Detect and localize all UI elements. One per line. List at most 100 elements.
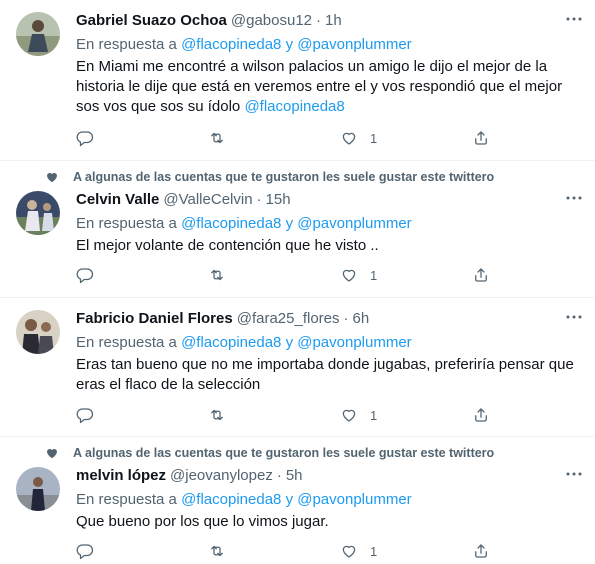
tweet-actions: 1 (76, 128, 506, 148)
reply-and: y (285, 491, 294, 508)
tweet-actions: 1 (76, 541, 506, 561)
share-button[interactable] (472, 405, 490, 425)
avatar[interactable] (16, 191, 60, 235)
tweet-header: Fabricio Daniel Flores @fara25_flores · … (76, 308, 583, 328)
reply-prefix: En respuesta a (76, 491, 177, 508)
social-context-text: A algunas de las cuentas que te gustaron… (73, 446, 495, 460)
share-button[interactable] (472, 265, 490, 285)
more-icon[interactable] (565, 308, 583, 326)
separator: · (276, 466, 282, 484)
social-context: A algunas de las cuentas que te gustaron… (45, 167, 494, 187)
tweet-text: En Miami me encontré a wilson palacios u… (76, 57, 583, 117)
like-button[interactable]: 1 (340, 405, 472, 425)
reply-mention[interactable]: @pavonplummer (297, 491, 411, 508)
more-icon[interactable] (565, 189, 583, 207)
text-mention[interactable]: @flacopineda8 (244, 98, 344, 115)
avatar[interactable] (16, 310, 60, 354)
like-button[interactable]: 1 (340, 128, 472, 148)
reply-button[interactable] (76, 128, 208, 148)
tweet-actions: 1 (76, 265, 506, 285)
retweet-button[interactable] (208, 265, 340, 285)
tweet-text: Eras tan bueno que no me importaba donde… (76, 355, 583, 395)
retweet-button[interactable] (208, 541, 340, 561)
tweet-content: Gabriel Suazo Ochoa @gabosu12 · 1h En re… (76, 10, 583, 117)
reply-icon (76, 544, 94, 560)
like-button[interactable]: 1 (340, 541, 472, 561)
author-handle[interactable]: @jeovanylopez (170, 467, 273, 484)
like-icon (342, 269, 356, 282)
share-icon (475, 408, 487, 422)
reply-and: y (285, 36, 294, 53)
separator: · (343, 309, 349, 327)
tweet-body-text: Que bueno por los que lo vimos jugar. (76, 513, 329, 530)
avatar[interactable] (16, 12, 60, 56)
heart-icon (47, 449, 57, 459)
reply-mention[interactable]: @pavonplummer (297, 36, 411, 53)
retweet-button[interactable] (208, 128, 340, 148)
retweet-button[interactable] (208, 405, 340, 425)
like-count: 1 (370, 543, 378, 559)
timestamp[interactable]: 15h (266, 191, 291, 208)
share-icon (475, 131, 487, 145)
tweet-actions: 1 (76, 405, 506, 425)
tweet-header: Celvin Valle @ValleCelvin · 15h (76, 189, 583, 209)
tweet-header: melvin lópez @jeovanylopez · 5h (76, 465, 583, 485)
author-name[interactable]: melvin lópez (76, 467, 166, 484)
tweet-text: El mejor volante de contención que he vi… (76, 236, 583, 256)
retweet-icon (211, 132, 223, 144)
share-button[interactable] (472, 541, 490, 561)
social-context: A algunas de las cuentas que te gustaron… (45, 443, 494, 463)
reply-context: En respuesta a @flacopineda8 y @pavonplu… (76, 35, 583, 55)
tweet[interactable]: A algunas de las cuentas que te gustaron… (0, 161, 595, 298)
tweet-body-text: El mejor volante de contención que he vi… (76, 237, 379, 254)
like-count: 1 (370, 267, 378, 283)
reply-mention[interactable]: @pavonplummer (297, 215, 411, 232)
reply-context: En respuesta a @flacopineda8 y @pavonplu… (76, 214, 583, 234)
reply-mention[interactable]: @flacopineda8 (181, 491, 281, 508)
reply-icon (76, 268, 94, 284)
reply-mention[interactable]: @flacopineda8 (181, 334, 281, 351)
like-count: 1 (370, 407, 378, 423)
author-name[interactable]: Celvin Valle (76, 191, 159, 208)
like-icon (342, 545, 356, 558)
reply-icon (76, 131, 94, 147)
tweet[interactable]: Fabricio Daniel Flores @fara25_flores · … (0, 298, 595, 437)
separator: · (256, 190, 262, 208)
tweet[interactable]: Gabriel Suazo Ochoa @gabosu12 · 1h En re… (0, 0, 595, 161)
share-button[interactable] (472, 128, 490, 148)
retweet-icon (211, 545, 223, 557)
reply-button[interactable] (76, 405, 208, 425)
reply-context: En respuesta a @flacopineda8 y @pavonplu… (76, 490, 583, 510)
timestamp[interactable]: 1h (325, 12, 342, 29)
like-icon (342, 132, 356, 145)
tweet-text: Que bueno por los que lo vimos jugar. (76, 512, 583, 532)
tweet-content: Celvin Valle @ValleCelvin · 15h En respu… (76, 189, 583, 256)
reply-and: y (285, 334, 294, 351)
like-count: 1 (370, 130, 378, 146)
reply-mention[interactable]: @flacopineda8 (181, 215, 281, 232)
share-icon (475, 268, 487, 282)
more-icon[interactable] (565, 10, 583, 28)
author-name[interactable]: Gabriel Suazo Ochoa (76, 12, 227, 29)
reply-prefix: En respuesta a (76, 36, 177, 53)
like-icon (342, 409, 356, 422)
author-handle[interactable]: @ValleCelvin (163, 191, 252, 208)
author-handle[interactable]: @gabosu12 (231, 12, 312, 29)
reply-button[interactable] (76, 265, 208, 285)
like-button[interactable]: 1 (340, 265, 472, 285)
reply-button[interactable] (76, 541, 208, 561)
timestamp[interactable]: 6h (353, 310, 370, 327)
tweet-content: Fabricio Daniel Flores @fara25_flores · … (76, 308, 583, 395)
more-icon[interactable] (565, 465, 583, 483)
heart-icon (47, 173, 57, 183)
author-name[interactable]: Fabricio Daniel Flores (76, 310, 233, 327)
avatar[interactable] (16, 467, 60, 511)
separator: · (316, 11, 321, 29)
replies-feed: Gabriel Suazo Ochoa @gabosu12 · 1h En re… (0, 0, 595, 564)
timestamp[interactable]: 5h (286, 467, 303, 484)
reply-mention[interactable]: @flacopineda8 (181, 36, 281, 53)
tweet[interactable]: A algunas de las cuentas que te gustaron… (0, 437, 595, 564)
reply-prefix: En respuesta a (76, 334, 177, 351)
author-handle[interactable]: @fara25_flores (237, 310, 340, 327)
reply-mention[interactable]: @pavonplummer (297, 334, 411, 351)
